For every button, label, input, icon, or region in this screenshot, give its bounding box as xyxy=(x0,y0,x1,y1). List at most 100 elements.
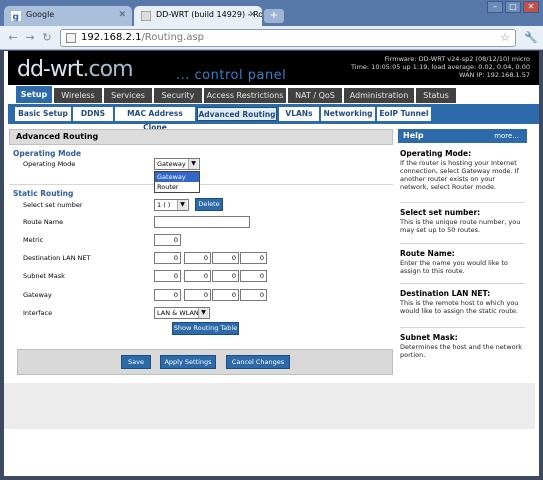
mask-octet-1[interactable]: 0 xyxy=(154,270,181,282)
metric-input[interactable]: 0 xyxy=(154,234,181,246)
help-item-route-name: Route Name: Enter the name you would lik… xyxy=(400,249,508,275)
help-item-subnet-mask: Subnet Mask: Determines the host and the… xyxy=(400,333,523,359)
route-name-input[interactable] xyxy=(154,216,250,228)
ddwrt-logo: dd-wrt.com xyxy=(17,57,134,82)
browser-tab-title: DD-WRT (build 14929) - Routi xyxy=(156,10,262,19)
gateway-octet-4[interactable]: 0 xyxy=(240,289,267,301)
uptime-text: Time: 10:05:05 up 1:19, load average: 0.… xyxy=(351,63,530,71)
help-item-operating-mode: Operating Mode: If the router is hosting… xyxy=(400,149,519,191)
close-icon[interactable]: ✕ xyxy=(118,10,126,20)
mask-octet-2[interactable]: 0 xyxy=(184,270,211,282)
routing-form: Advanced Routing xyxy=(9,129,393,145)
maximize-icon[interactable]: □ xyxy=(505,1,521,13)
help-more-link[interactable]: more... xyxy=(494,129,519,143)
wrench-icon[interactable]: 🔧 xyxy=(524,31,538,44)
subtab-networking[interactable]: Networking xyxy=(321,107,375,121)
sub-tabs: Basic Setup DDNS MAC Address Clone Advan… xyxy=(8,104,539,132)
subtab-advanced-routing[interactable]: Advanced Routing xyxy=(197,107,277,121)
reload-icon[interactable]: ↻ xyxy=(40,31,54,45)
page-favicon-icon xyxy=(140,10,152,22)
browser-tab-ddwrt[interactable]: DD-WRT (build 14929) - Routi ✕ xyxy=(134,6,262,26)
navigation-bar: ← → ↻ 192.168.2.1/Routing.asp ☆ 🔧 xyxy=(0,26,543,50)
help-title: Help xyxy=(403,131,424,140)
wan-ip-text: WAN IP: 192.168.1.57 xyxy=(459,71,530,79)
cancel-changes-button[interactable]: Cancel Changes xyxy=(226,355,290,369)
dest-octet-1[interactable]: 0 xyxy=(154,252,181,264)
chevron-down-icon: ▼ xyxy=(198,308,208,318)
tab-status[interactable]: Status xyxy=(416,88,456,103)
section-title: Advanced Routing xyxy=(9,129,393,145)
mask-octet-3[interactable]: 0 xyxy=(212,270,239,282)
static-routing-legend: Static Routing xyxy=(13,189,74,198)
select-set-label: Select set number xyxy=(23,201,83,209)
destination-lan-net-label: Destination LAN NET xyxy=(23,254,91,262)
delete-button[interactable]: Delete xyxy=(195,198,223,211)
operating-mode-label: Operating Mode xyxy=(23,160,76,168)
tab-security[interactable]: Security xyxy=(154,88,202,103)
subtab-basic-setup[interactable]: Basic Setup xyxy=(15,107,71,121)
route-name-label: Route Name xyxy=(23,218,64,226)
tab-nat-qos[interactable]: NAT / QoS xyxy=(288,88,342,103)
operating-mode-select[interactable]: Gateway ▼ xyxy=(154,158,200,170)
show-routing-table-button[interactable]: Show Routing Table xyxy=(172,322,239,335)
new-tab-button[interactable]: + xyxy=(264,9,284,23)
divider xyxy=(400,327,525,328)
chevron-down-icon: ▼ xyxy=(177,200,187,210)
help-item-select-set: Select set number: This is the unique ro… xyxy=(400,208,521,234)
help-header: Help more... xyxy=(398,129,527,143)
subtab-vlans[interactable]: VLANs xyxy=(279,107,319,121)
subtab-eoip-tunnel[interactable]: EoIP Tunnel xyxy=(377,107,431,121)
page-bottom-area xyxy=(4,383,535,429)
tab-services[interactable]: Services xyxy=(104,88,152,103)
mask-octet-4[interactable]: 0 xyxy=(240,270,267,282)
divider xyxy=(400,243,525,244)
window-controls: – □ ✕ xyxy=(487,1,539,13)
browser-chrome: g Google ✕ DD-WRT (build 14929) - Routi … xyxy=(0,0,543,50)
select-set-number[interactable]: 1 ( ) ▼ xyxy=(154,199,189,211)
divider xyxy=(400,202,525,203)
metric-label: Metric xyxy=(23,236,44,244)
gateway-octet-3[interactable]: 0 xyxy=(212,289,239,301)
bookmark-star-icon[interactable]: ☆ xyxy=(500,31,510,44)
page-icon xyxy=(66,33,76,43)
subnet-mask-label: Subnet Mask xyxy=(23,272,65,280)
firmware-text: Firmware: DD-WRT v24-sp2 (08/12/10) micr… xyxy=(384,55,530,63)
gateway-label: Gateway xyxy=(23,291,52,299)
interface-select[interactable]: LAN & WLAN ▼ xyxy=(154,307,210,319)
forward-arrow-icon[interactable]: → xyxy=(23,31,37,45)
subtab-ddns[interactable]: DDNS xyxy=(73,107,113,121)
gateway-octet-1[interactable]: 0 xyxy=(154,289,181,301)
gateway-octet-2[interactable]: 0 xyxy=(184,289,211,301)
operating-mode-legend: Operating Mode xyxy=(13,149,82,158)
address-bar[interactable]: 192.168.2.1/Routing.asp ☆ xyxy=(60,29,516,47)
option-gateway[interactable]: Gateway xyxy=(155,172,199,182)
apply-settings-button[interactable]: Apply Settings xyxy=(160,355,216,369)
browser-tab-google[interactable]: g Google ✕ xyxy=(4,6,132,26)
minimize-icon[interactable]: – xyxy=(487,1,503,13)
svg-text:g: g xyxy=(13,13,19,22)
browser-tab-title: Google xyxy=(26,10,55,19)
dest-octet-2[interactable]: 0 xyxy=(184,252,211,264)
chevron-down-icon: ▼ xyxy=(188,159,198,169)
operating-mode-dropdown: Gateway Router xyxy=(154,171,200,193)
tab-wireless[interactable]: Wireless xyxy=(54,88,102,103)
ddwrt-header: dd-wrt.com ... control panel Firmware: D… xyxy=(8,51,539,85)
tab-setup[interactable]: Setup xyxy=(16,86,52,103)
back-arrow-icon[interactable]: ← xyxy=(6,31,20,45)
control-panel-title: ... control panel xyxy=(176,68,287,83)
save-button[interactable]: Save xyxy=(121,355,151,369)
help-item-destination-lan-net: Destination LAN NET: This is the remote … xyxy=(400,289,519,315)
window-close-icon[interactable]: ✕ xyxy=(523,1,539,13)
option-router[interactable]: Router xyxy=(155,182,199,192)
interface-label: Interface xyxy=(23,309,53,317)
subtab-mac-address-clone[interactable]: MAC Address Clone xyxy=(115,107,195,132)
url-text: 192.168.2.1/Routing.asp xyxy=(81,32,205,43)
divider xyxy=(400,283,525,284)
dest-octet-4[interactable]: 0 xyxy=(240,252,267,264)
main-tabs: Setup Wireless Services Security Access … xyxy=(8,86,539,103)
dest-octet-3[interactable]: 0 xyxy=(212,252,239,264)
tab-access-restrictions[interactable]: Access Restrictions xyxy=(204,88,286,103)
divider xyxy=(9,184,393,185)
close-icon[interactable]: ✕ xyxy=(248,10,256,20)
tab-administration[interactable]: Administration xyxy=(344,88,414,103)
